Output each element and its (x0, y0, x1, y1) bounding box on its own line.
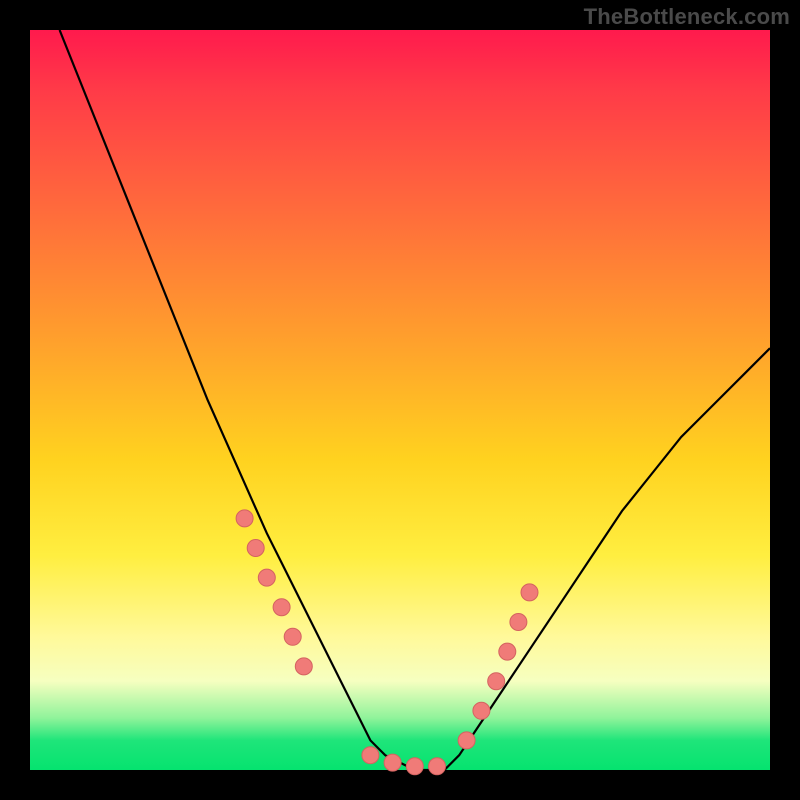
plot-area (30, 30, 770, 770)
curve-marker (295, 658, 312, 675)
curve-marker (510, 614, 527, 631)
curve-marker (429, 758, 446, 775)
curve-marker (384, 754, 401, 771)
curve-marker (488, 673, 505, 690)
curve-marker (499, 643, 516, 660)
curve-marker (521, 584, 538, 601)
chart-svg (30, 30, 770, 770)
watermark-text: TheBottleneck.com (584, 4, 790, 30)
bottleneck-curve (60, 30, 770, 770)
curve-marker (406, 758, 423, 775)
curve-marker (362, 747, 379, 764)
curve-marker (273, 599, 290, 616)
curve-marker (473, 702, 490, 719)
chart-frame: TheBottleneck.com (0, 0, 800, 800)
curve-marker (258, 569, 275, 586)
curve-marker (236, 510, 253, 527)
curve-marker (247, 540, 264, 557)
curve-marker (458, 732, 475, 749)
marker-group (236, 510, 538, 775)
curve-marker (284, 628, 301, 645)
